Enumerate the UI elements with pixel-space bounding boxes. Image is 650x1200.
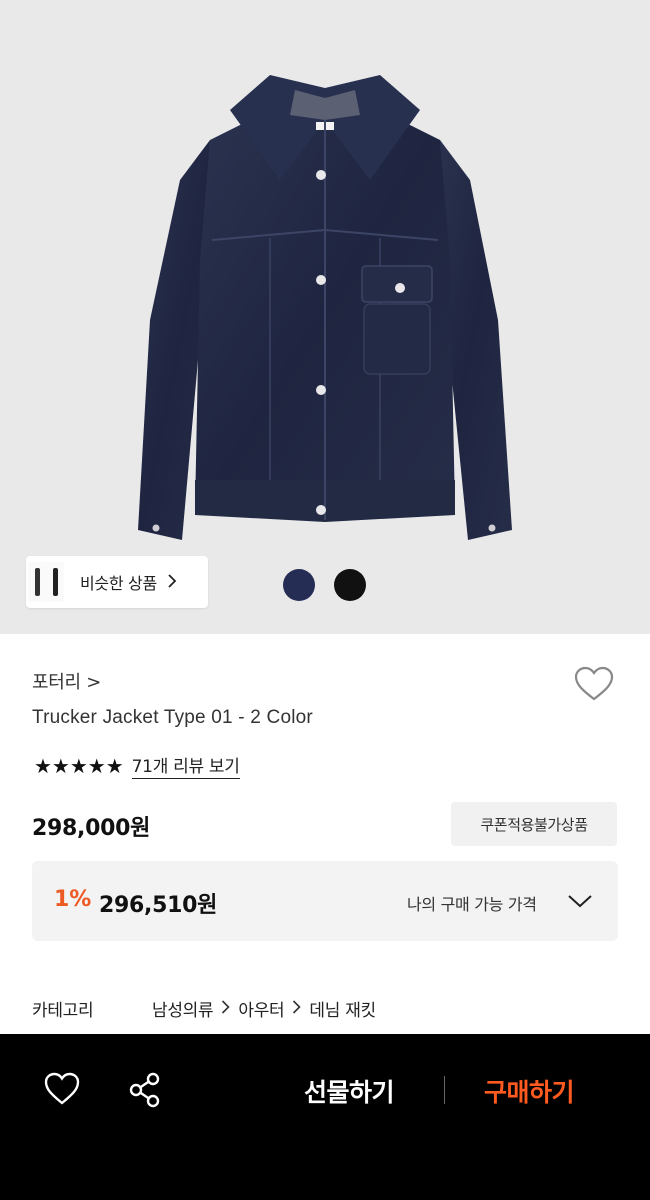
review-link[interactable]: 71개 리뷰 보기 (131, 752, 240, 779)
similar-thumbnails (26, 556, 64, 608)
rating-row: ★★★★★ 71개 리뷰 보기 (34, 752, 240, 779)
my-price-panel[interactable]: 1% 296,510원 나의 구매 가능 가격 (32, 861, 618, 941)
category-link[interactable]: 남성의류 (152, 996, 214, 1021)
coupon-status-badge: 쿠폰적용불가상품 (451, 802, 617, 846)
similar-products-button[interactable]: 비슷한 상품 (26, 556, 208, 608)
bottom-action-bar (0, 1034, 650, 1200)
divider (444, 1076, 445, 1104)
category-link[interactable]: 데님 재킷 (309, 996, 376, 1021)
wishlist-heart-icon[interactable] (574, 666, 614, 702)
chevron-right-icon (221, 999, 231, 1019)
chevron-down-icon[interactable] (567, 891, 593, 911)
product-title: Trucker Jacket Type 01 - 2 Color (32, 707, 313, 728)
color-swatch-black[interactable] (334, 569, 366, 601)
thumbnail-icon (28, 562, 46, 602)
category-breadcrumb: 남성의류 아우터 데님 재킷 (152, 996, 376, 1021)
category-row: 카테고리 남성의류 아우터 데님 재킷 (32, 996, 376, 1021)
buy-button[interactable]: 구매하기 (484, 1073, 575, 1109)
brand-link[interactable]: 포터리 > (32, 668, 101, 694)
product-price: 298,000원 (32, 816, 151, 841)
chevron-right-icon (292, 999, 302, 1019)
thumbnail-icon (46, 562, 64, 602)
discount-percent: 1% (54, 887, 92, 912)
my-price-value: 296,510원 (99, 893, 218, 918)
denim-jacket-product-image (138, 75, 512, 540)
product-image-area[interactable]: 비슷한 상품 (0, 0, 650, 634)
gift-button[interactable]: 선물하기 (304, 1073, 395, 1109)
color-swatch-navy[interactable] (283, 569, 315, 601)
star-rating-icons: ★★★★★ (34, 753, 124, 778)
my-price-label: 나의 구매 가능 가격 (407, 895, 537, 914)
similar-products-label: 비슷한 상품 (80, 574, 157, 593)
chevron-right-icon (167, 573, 177, 592)
category-label: 카테고리 (32, 1001, 94, 1021)
share-icon[interactable] (128, 1072, 162, 1108)
wishlist-heart-icon[interactable] (44, 1072, 80, 1106)
category-link[interactable]: 아우터 (238, 996, 284, 1021)
